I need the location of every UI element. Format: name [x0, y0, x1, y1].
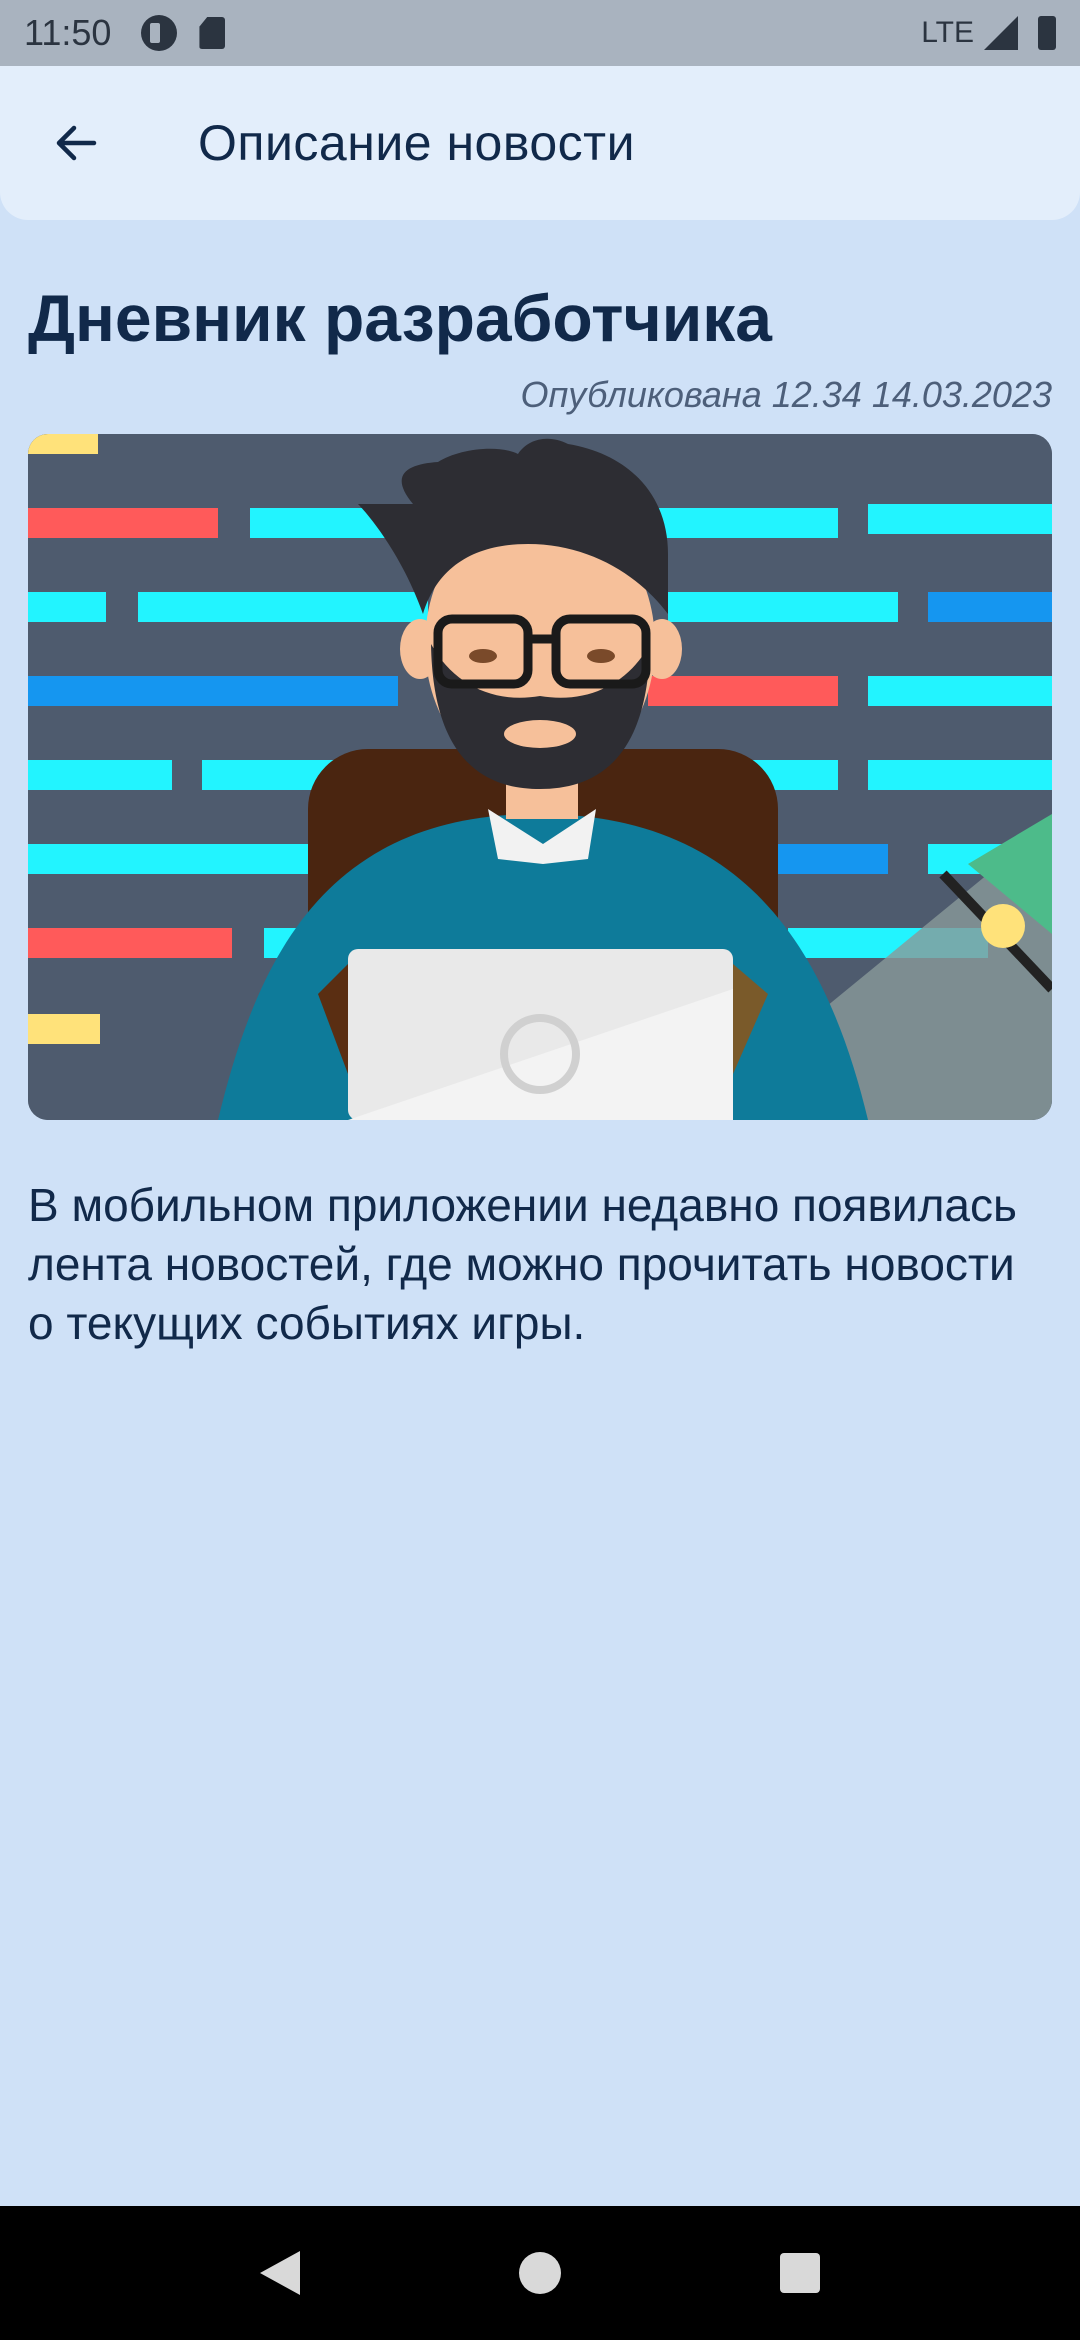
article: Дневник разработчика Опубликована 12.34 … [28, 220, 1052, 1353]
system-nav-bar [0, 2206, 1080, 2340]
developer-illustration [28, 434, 1052, 1120]
page-title: Описание новости [198, 115, 636, 171]
back-button[interactable] [28, 95, 124, 191]
notification-icon [141, 15, 178, 51]
news-title: Дневник разработчика [28, 281, 773, 355]
signal-icon [984, 16, 1018, 50]
app-bar: Описание новости [0, 66, 1080, 220]
arrow-left-icon [56, 125, 97, 161]
nav-home-icon[interactable] [518, 2252, 561, 2294]
battery-icon [1038, 16, 1056, 50]
network-type: LTE [921, 16, 974, 49]
status-time: 11:50 [24, 12, 112, 53]
publish-date: Опубликована 12.34 14.03.2023 [520, 374, 1052, 415]
nav-back-icon[interactable] [259, 2251, 300, 2295]
status-indicators: LTE [921, 16, 1056, 50]
news-body: В мобильном приложении недавно появилась… [28, 1179, 1017, 1349]
news-image [28, 434, 1052, 1120]
nav-recents-icon[interactable] [780, 2253, 821, 2293]
sd-card-icon [199, 17, 226, 49]
status-bar: 11:50 LTE [0, 0, 1080, 66]
